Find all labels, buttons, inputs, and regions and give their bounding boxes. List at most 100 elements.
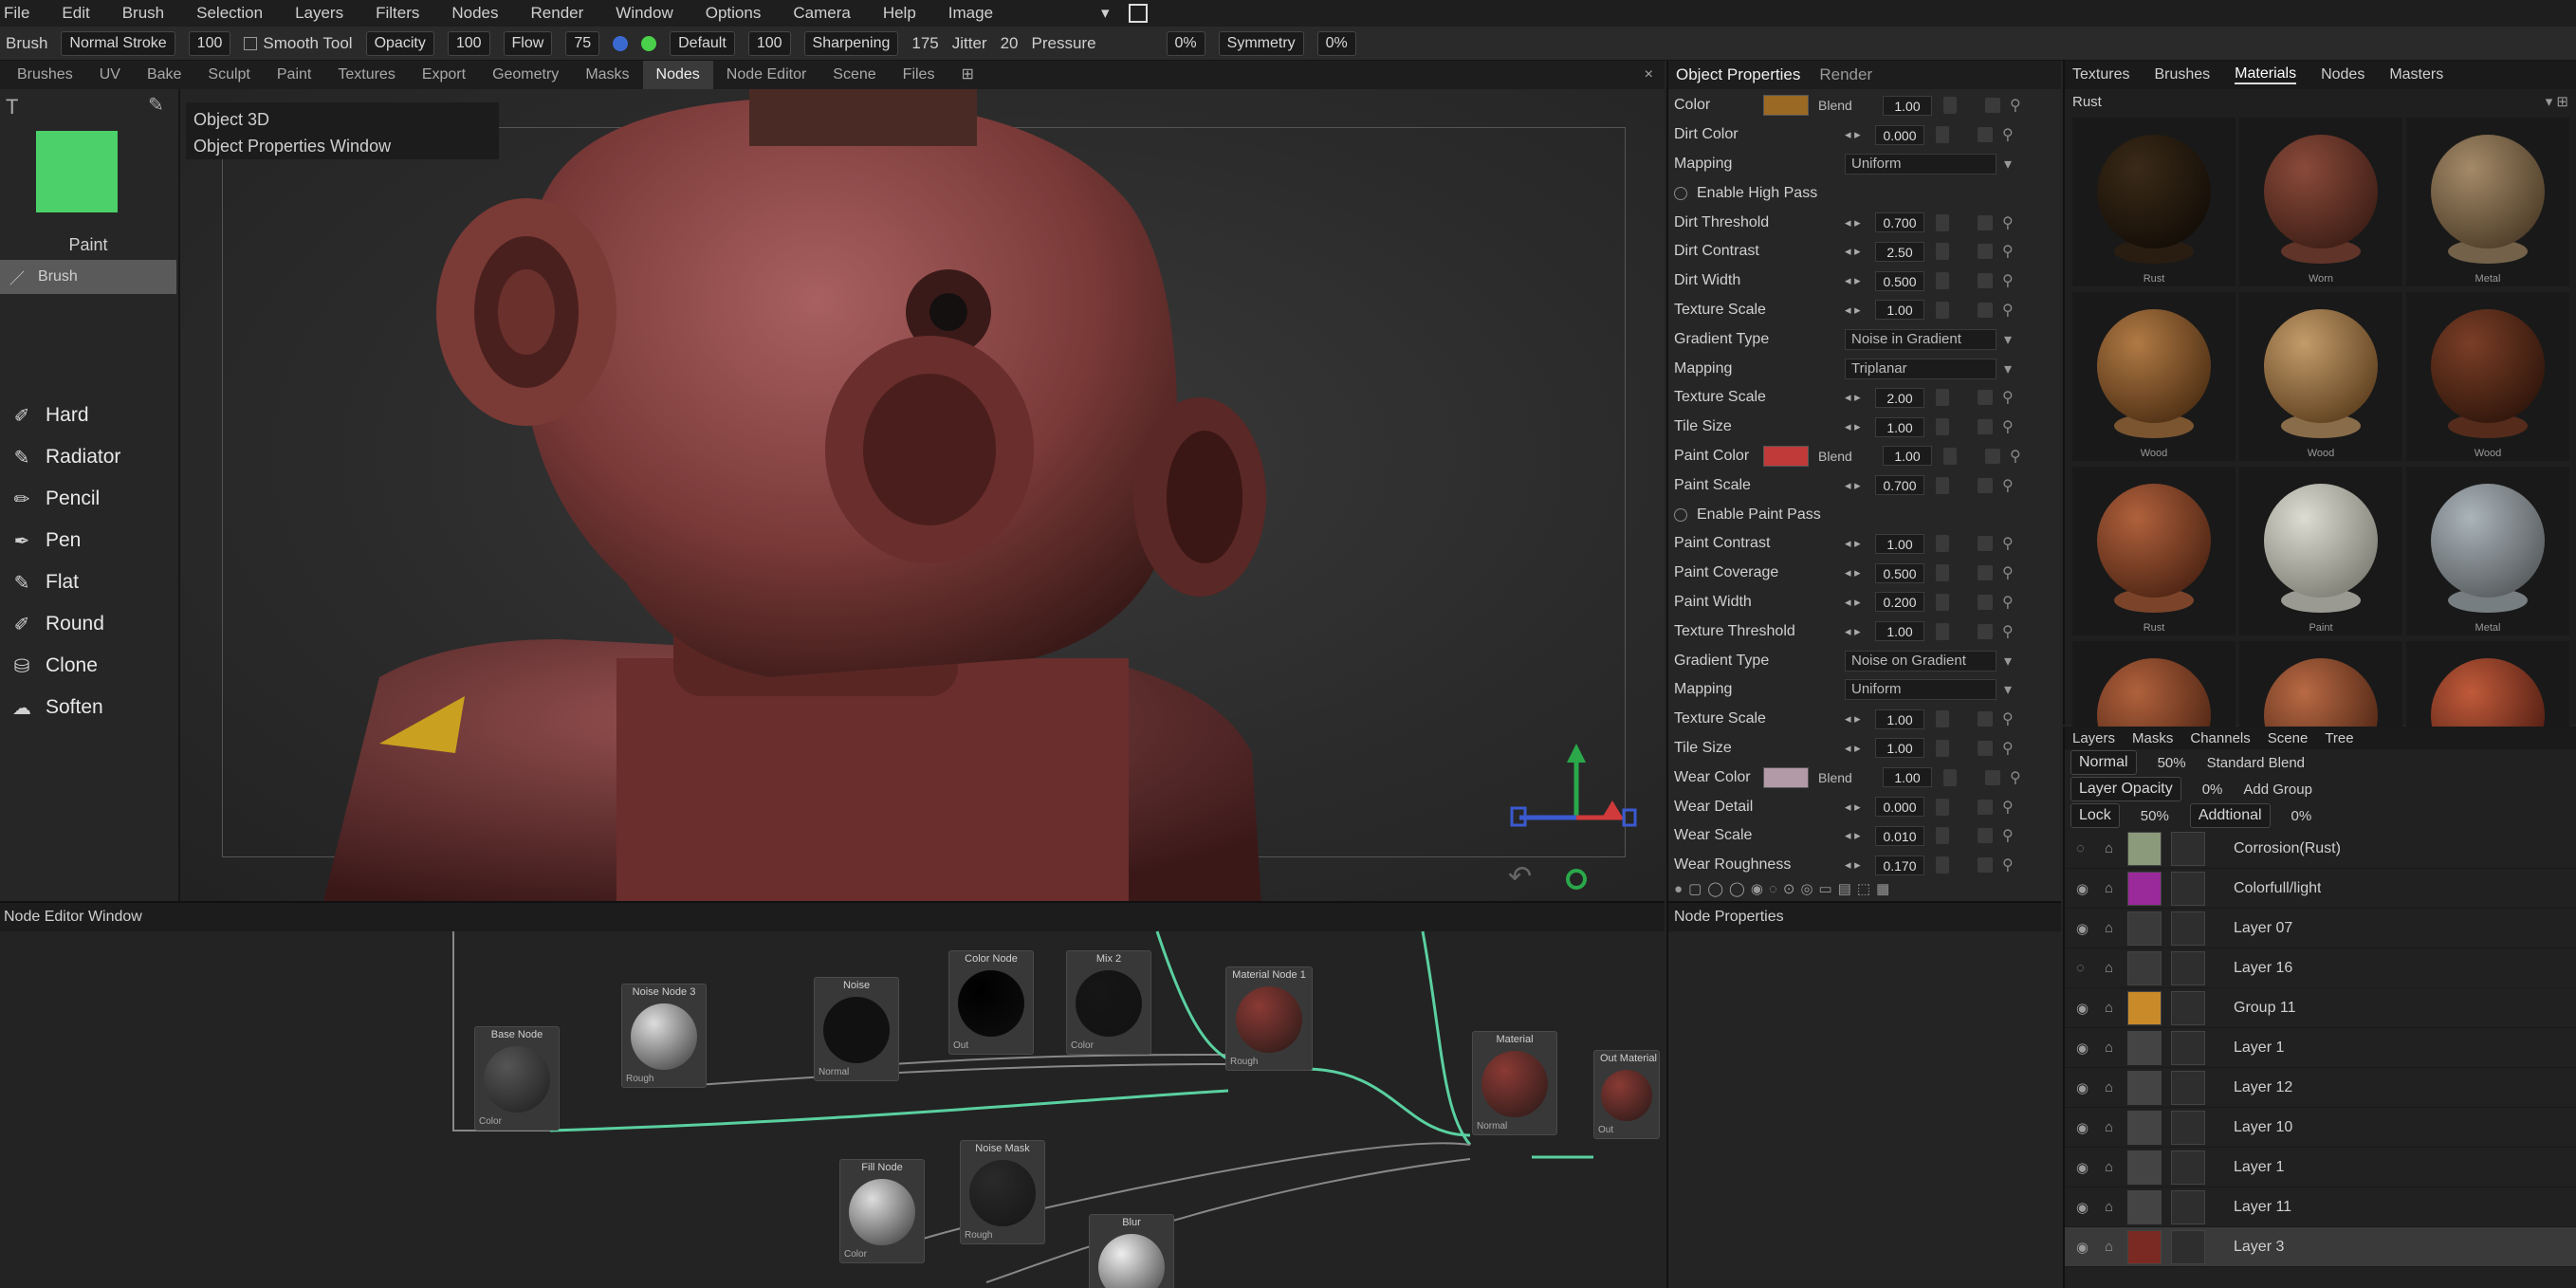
eye-icon[interactable]: ◉: [2076, 1040, 2095, 1057]
lock-icon[interactable]: ⌂: [2105, 1159, 2118, 1175]
material-item[interactable]: Rust: [2072, 467, 2236, 635]
value-stepper[interactable]: [1936, 126, 1949, 144]
prop-dropdown[interactable]: Uniform: [1845, 153, 1996, 175]
text-tool-icon[interactable]: T: [6, 95, 18, 120]
value-stepper[interactable]: [1936, 856, 1949, 874]
property-tool-icon[interactable]: ▢: [1688, 880, 1702, 897]
brush-mode-select[interactable]: Normal Stroke: [61, 30, 175, 56]
value-stepper[interactable]: [1936, 827, 1949, 845]
eye-icon[interactable]: ◉: [2076, 880, 2095, 897]
node-port[interactable]: Normal: [815, 1067, 898, 1080]
opacity-select[interactable]: Opacity: [365, 30, 434, 56]
prop-value[interactable]: 2.50: [1875, 241, 1924, 262]
link-icon[interactable]: ⚲: [2002, 301, 2021, 320]
spin-arrows-icon[interactable]: ◂ ▸: [1845, 565, 1871, 580]
prop-row-19[interactable]: Gradient Type Noise on Gradient ▾: [1668, 646, 2061, 675]
material-item[interactable]: Metal: [2406, 467, 2569, 635]
property-tool-icon[interactable]: ◌: [1769, 881, 1777, 897]
keyframe-button[interactable]: [1978, 623, 1993, 639]
node-2[interactable]: Noise Normal: [814, 977, 899, 1081]
value-stepper[interactable]: [1936, 739, 1949, 757]
material-item[interactable]: Rust: [2072, 118, 2236, 286]
material-filter[interactable]: Rust: [2072, 94, 2102, 110]
prop-row-16[interactable]: Paint Coverage ◂ ▸ 0.500 ⚲: [1668, 559, 2061, 588]
node-editor[interactable]: Node Editor Window Base Node Color Noise N…: [0, 901, 1665, 1288]
spin-arrows-icon[interactable]: ◂ ▸: [1845, 390, 1871, 405]
tab-uv[interactable]: UV: [86, 61, 134, 89]
spin-arrows-icon[interactable]: ◂ ▸: [1845, 478, 1871, 493]
layer-row[interactable]: ◉ ⌂ Layer 1: [2065, 1028, 2576, 1068]
link-icon[interactable]: ⚲: [2002, 242, 2021, 261]
count-value[interactable]: 20: [1001, 34, 1019, 53]
eye-icon[interactable]: ◉: [2076, 1119, 2095, 1136]
tool-hard[interactable]: ✐ Hard: [0, 395, 176, 436]
value-stepper[interactable]: [1936, 272, 1949, 290]
link-icon[interactable]: ⚲: [2002, 798, 2021, 817]
layer-row[interactable]: ◉ ⌂ Layer 1: [2065, 1148, 2576, 1187]
prop-row-0[interactable]: Color Blend 1.00 ⚲: [1668, 91, 2061, 120]
prop-value[interactable]: 1.00: [1875, 621, 1924, 642]
value-stepper[interactable]: [1936, 243, 1949, 261]
prop-row-17[interactable]: Paint Width ◂ ▸ 0.200 ⚲: [1668, 588, 2061, 617]
keyframe-button[interactable]: [1978, 390, 1993, 406]
prop-row-6[interactable]: Dirt Width ◂ ▸ 0.500 ⚲: [1668, 267, 2061, 296]
keyframe-button[interactable]: [1978, 711, 1993, 727]
node-5[interactable]: Material Node 1 Rough: [1225, 966, 1313, 1071]
lock-icon[interactable]: ⌂: [2105, 1040, 2118, 1056]
prop-row-7[interactable]: Texture Scale ◂ ▸ 1.00 ⚲: [1668, 296, 2061, 325]
mat-tab-nodes[interactable]: Nodes: [2321, 66, 2364, 83]
spin-arrows-icon[interactable]: ◂ ▸: [1845, 828, 1871, 843]
value-stepper[interactable]: [1943, 447, 1957, 465]
value-stepper[interactable]: [1936, 710, 1949, 728]
keyframe-button[interactable]: [1978, 273, 1993, 289]
layer-row[interactable]: ◉ ⌂ Layer 3: [2065, 1227, 2576, 1267]
keyframe-button[interactable]: [1978, 536, 1993, 552]
spin-arrows-icon[interactable]: ◂ ▸: [1845, 595, 1871, 610]
brush-size-field[interactable]: 100: [188, 30, 231, 56]
tool-pen[interactable]: ✒ Pen: [0, 520, 176, 561]
dropdown-arrow-icon[interactable]: ▾: [2004, 359, 2012, 378]
opacity-field[interactable]: 100: [447, 30, 490, 56]
add-tab-icon[interactable]: ⊞: [948, 61, 986, 89]
lock-select[interactable]: Lock: [2070, 803, 2120, 828]
prop-dropdown[interactable]: Uniform: [1845, 679, 1996, 701]
prop-row-23[interactable]: Wear Color Blend 1.00 ⚲: [1668, 763, 2061, 792]
blend-mode[interactable]: Blend: [1818, 770, 1879, 785]
checkbox[interactable]: [1674, 507, 1687, 522]
prop-row-12[interactable]: Paint Color Blend 1.00 ⚲: [1668, 442, 2061, 471]
primary-color-swatch[interactable]: [36, 131, 118, 212]
layer-row[interactable]: ◉ ⌂ Layer 10: [2065, 1108, 2576, 1148]
value-stepper[interactable]: [1936, 389, 1949, 407]
spin-arrows-icon[interactable]: ◂ ▸: [1845, 857, 1871, 873]
prop-dropdown[interactable]: Noise in Gradient: [1845, 328, 1996, 350]
prop-value[interactable]: 0.500: [1875, 562, 1924, 583]
layer-tab-tree[interactable]: Tree: [2325, 730, 2353, 746]
image-toggle-box[interactable]: [1128, 4, 1148, 23]
menu-camera[interactable]: Camera: [793, 4, 850, 23]
prop-value[interactable]: 0.500: [1875, 270, 1924, 291]
mat-tab-masters[interactable]: Masters: [2389, 66, 2443, 83]
node-port[interactable]: Out: [1594, 1125, 1659, 1138]
link-icon[interactable]: ⚲: [2002, 388, 2021, 407]
value-stepper[interactable]: [1936, 476, 1949, 494]
prop-value[interactable]: 1.00: [1875, 533, 1924, 554]
layer-opacity-value[interactable]: 0%: [2202, 782, 2223, 798]
menu-file[interactable]: File: [4, 4, 29, 23]
prop-row-18[interactable]: Texture Threshold ◂ ▸ 1.00 ⚲: [1668, 616, 2061, 646]
prop-value[interactable]: 0.010: [1875, 825, 1924, 846]
snap-icon[interactable]: [1566, 869, 1587, 890]
value-stepper[interactable]: [1943, 768, 1957, 786]
material-item[interactable]: Paint: [2239, 467, 2402, 635]
spin-arrows-icon[interactable]: ◂ ▸: [1845, 127, 1871, 142]
tab-node-editor[interactable]: Node Editor: [713, 61, 820, 89]
prop-value[interactable]: 0.000: [1875, 797, 1924, 818]
link-icon[interactable]: ⚲: [2010, 447, 2029, 466]
property-tool-icon[interactable]: ▤: [1838, 880, 1851, 897]
hardness-field[interactable]: 100: [747, 30, 791, 56]
active-tool[interactable]: ／ Brush: [0, 260, 176, 294]
symmetry-select[interactable]: Symmetry: [1218, 30, 1304, 56]
node-port[interactable]: Color: [475, 1116, 559, 1130]
eye-icon[interactable]: ◌: [2076, 840, 2095, 856]
prop-value[interactable]: 0.700: [1875, 475, 1924, 496]
value-stepper[interactable]: [1936, 622, 1949, 640]
